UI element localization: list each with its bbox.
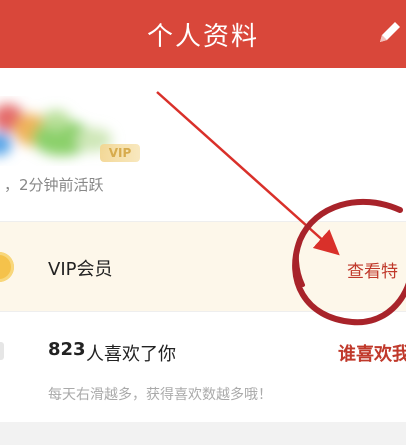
heart-icon	[0, 342, 4, 360]
page-title: 个人资料	[146, 22, 259, 52]
vip-member-row[interactable]: VIP会员 查看特	[0, 222, 406, 311]
profile-section: VIP ，2分钟前活跃	[0, 68, 406, 221]
pencil-icon[interactable]	[376, 18, 404, 46]
vip-badge: VIP	[100, 144, 140, 162]
header-bar: 个人资料	[0, 0, 406, 68]
who-likes-me-link[interactable]: 谁喜欢我	[338, 340, 406, 366]
likes-row[interactable]: 823 人喜欢了你 谁喜欢我 每天右滑越多，获得喜欢数越多哦！	[0, 312, 406, 422]
view-privileges-link[interactable]: 查看特	[347, 257, 398, 282]
last-active-status: ，2分钟前活跃	[4, 176, 104, 194]
bottom-divider-bar	[0, 422, 406, 445]
vip-coin-icon	[0, 252, 14, 282]
likes-count: 823	[48, 339, 86, 360]
likes-tip: 每天右滑越多，获得喜欢数越多哦！	[48, 387, 272, 403]
likes-label: 人喜欢了你	[86, 344, 176, 365]
vip-member-label: VIP会员	[48, 259, 113, 280]
